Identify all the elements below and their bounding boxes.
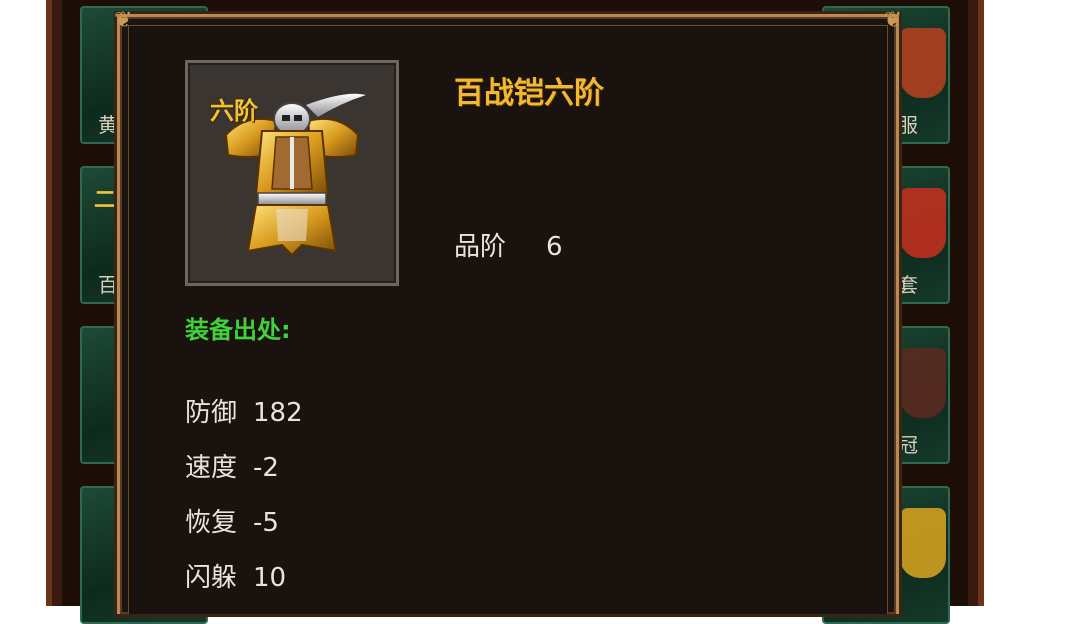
ornament-corner-icon: ❦ [114,8,133,33]
stat-row-speed: 速度 -2 [185,447,279,484]
stat-label: 恢复 [185,508,238,538]
equipment-icon [900,28,947,98]
ornament-corner-icon: ❦ [883,8,902,33]
stat-label: 速度 [185,453,238,483]
stat-row-defense: 防御 182 [185,392,303,429]
item-name: 百战铠六阶 [454,76,604,111]
tier-tag: 二 [94,188,117,213]
stat-value: 182 [253,398,303,428]
stat-value: -5 [253,508,279,538]
tier-badge: 六阶 [210,97,258,125]
item-icon-frame: 六阶 [185,60,399,286]
stat-value: 10 [253,563,287,593]
stat-value: -2 [253,453,279,483]
equipment-source-label: 装备出处: [185,316,291,344]
grade-value: 6 [546,232,563,262]
stat-row-dodge: 闪躲 10 [185,557,286,594]
equipment-icon [900,508,947,578]
equipment-icon [900,348,947,418]
grade-label: 品阶 [454,232,507,262]
stat-row-recovery: 恢复 -5 [185,502,279,539]
grade-row: 品阶 6 [454,226,563,263]
equipment-icon [900,188,947,258]
stat-label: 防御 [185,398,238,428]
stat-label: 闪躲 [185,563,238,593]
